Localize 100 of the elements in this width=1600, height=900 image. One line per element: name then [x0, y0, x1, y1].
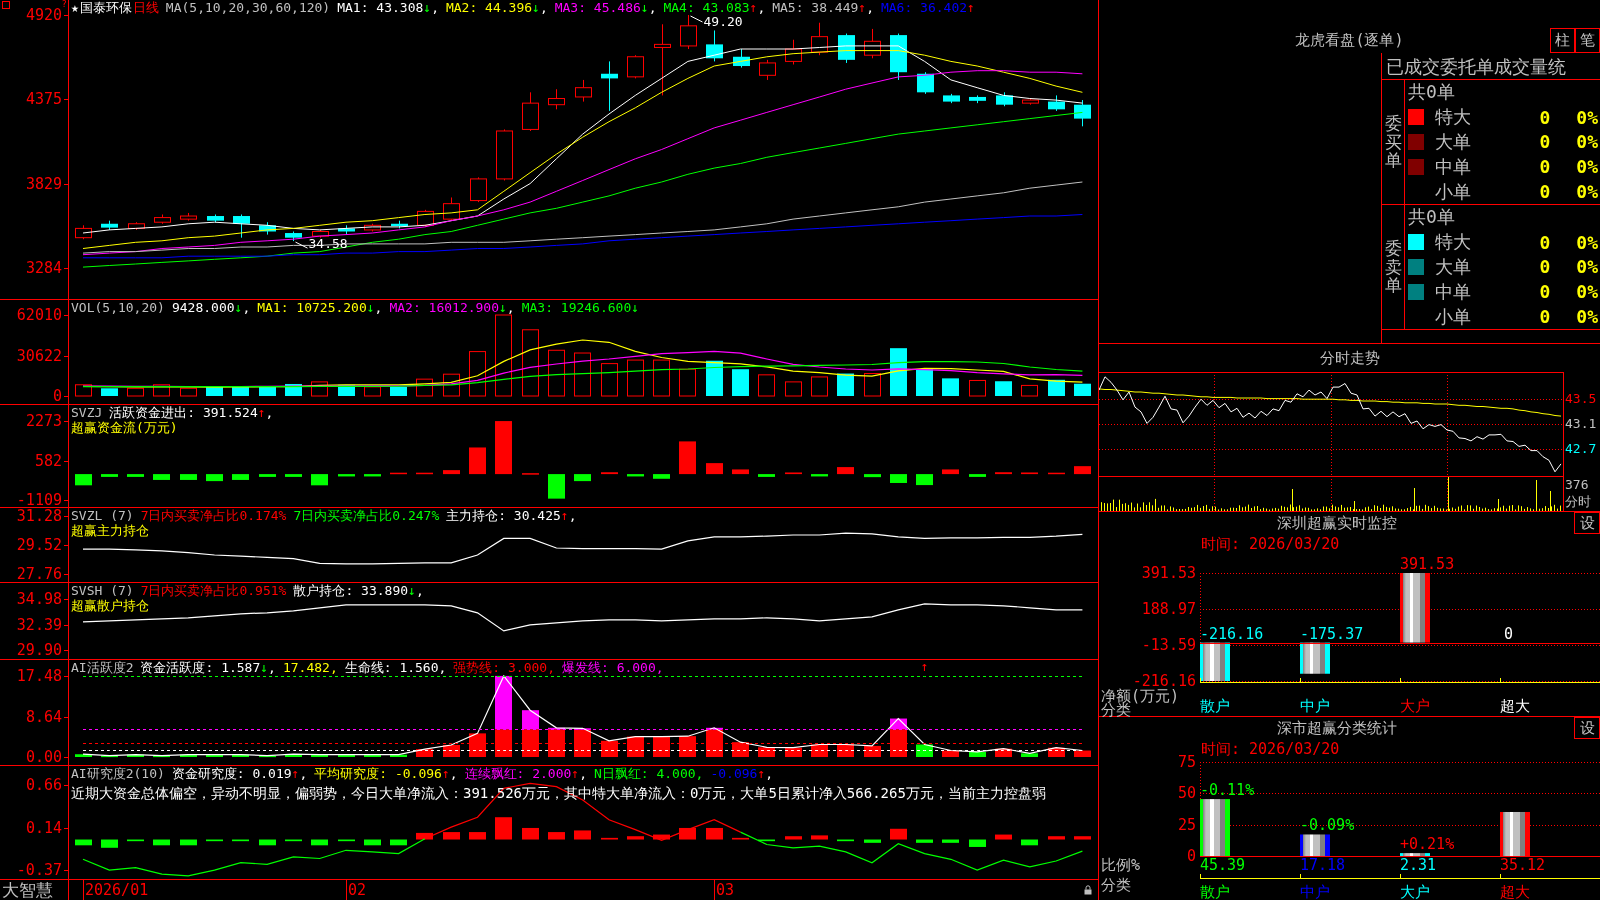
order-count: 0: [1538, 231, 1552, 253]
candle: [1022, 98, 1039, 106]
legend-item: 17.482,: [282, 660, 338, 675]
side-label: 委买单: [1384, 113, 1402, 171]
settings-button[interactable]: 设: [1574, 717, 1600, 739]
candle: [759, 59, 776, 81]
axis-label: 50: [1176, 786, 1196, 801]
value-label: 17.18: [1300, 858, 1346, 872]
date-label: 2026/01: [83, 880, 149, 900]
order-count: 0: [1538, 106, 1552, 128]
order-total: 共0单: [1408, 80, 1455, 105]
change-label: -0.11%: [1200, 783, 1255, 798]
date-label: 02: [346, 880, 367, 900]
axis-label: 8.64: [25, 709, 62, 724]
category-label: 大户: [1400, 699, 1430, 713]
category-label: 中户: [1300, 699, 1330, 713]
candle: [128, 221, 145, 231]
axis-label: -216.16: [1132, 674, 1196, 688]
panel-title: 龙虎看盘(逐单): [1294, 30, 1405, 51]
value-label: -175.37: [1300, 626, 1364, 641]
axis-label: 0.00: [25, 750, 62, 764]
legend-item: 资金研究度: 0.019↑,: [171, 766, 308, 781]
order-percent: 0%: [1575, 131, 1599, 153]
axis-label: 17.48: [16, 669, 62, 683]
order-count: 0: [1538, 156, 1552, 178]
section-title: 分时走势: [1319, 349, 1380, 367]
candle: [259, 221, 276, 236]
candle: [969, 94, 986, 104]
indicator-subtitle: 超赢主力持仓: [71, 523, 149, 538]
order-count: 0: [1538, 306, 1552, 328]
price-label: 49.20: [703, 15, 743, 29]
axis-label: 2273: [25, 414, 62, 428]
axis-label: 43.1: [1565, 417, 1597, 431]
legend-item: 爆发线: 6.000,: [562, 660, 664, 675]
legend-item: SVSH (7): [71, 583, 134, 598]
value-label: 391.53: [1400, 557, 1455, 571]
candle: [785, 39, 802, 65]
legend-item: MA4: 43.083↑,: [663, 0, 766, 15]
candle: [864, 28, 881, 59]
legend-item: 强势线: 3.000,: [453, 660, 555, 675]
candle: [996, 91, 1013, 107]
change-label: -0.09%: [1300, 818, 1355, 833]
legend-item: SVZL (7): [71, 508, 134, 523]
legend-item: MA2: 16012.900↓,: [389, 300, 515, 315]
axis-label: 42.7: [1565, 441, 1597, 456]
legend-item: -0.096↑,: [710, 766, 774, 781]
axis-title: 分类: [1101, 703, 1131, 717]
legend-item: AI研究度2(10): [71, 766, 165, 781]
candle: [391, 220, 408, 229]
order-percent: 0%: [1575, 181, 1599, 203]
candle: [364, 223, 381, 232]
indicator-subtitle: 超赢资金流(万元): [71, 420, 178, 435]
brand-name: 大智慧: [2, 880, 53, 900]
view-toggle-button[interactable]: 柱: [1550, 28, 1575, 53]
legend-item: 平均研究度: -0.096↑,: [314, 766, 458, 781]
value-label: 45.39: [1200, 858, 1246, 872]
view-toggle-button[interactable]: 笔: [1575, 28, 1600, 53]
order-percent: 0%: [1575, 256, 1599, 278]
leader-line: [295, 241, 308, 249]
order-size-label: 小单: [1435, 304, 1472, 329]
candle: [233, 214, 250, 239]
candle: [733, 48, 750, 69]
order-percent: 0%: [1575, 281, 1599, 303]
order-count: 0: [1538, 181, 1552, 203]
axis-label: 29.90: [16, 642, 62, 657]
section-title: 深市超赢分类统计: [1275, 718, 1398, 739]
settings-button[interactable]: 设: [1574, 512, 1600, 534]
candle: [1074, 99, 1091, 127]
category-label: 大户: [1400, 885, 1430, 899]
legend-item: 连续飘红: 2.000↑,: [464, 766, 587, 781]
axis-label: 582: [34, 453, 62, 468]
axis-label: 34.98: [16, 591, 62, 606]
candle: [811, 22, 828, 56]
axis-label: 29.52: [16, 538, 62, 552]
date-label: 03: [714, 880, 735, 900]
order-size-label: 中单: [1435, 279, 1472, 304]
watchlist-symbol: ★: [71, 0, 79, 15]
axis-label: 0: [52, 389, 62, 403]
legend-item: N日飘红: 4.000,: [594, 766, 704, 781]
category-label: 散户: [1200, 699, 1230, 713]
volume-caption: 分时: [1565, 495, 1591, 509]
help-mark[interactable]: ?: [61, 0, 67, 8]
lock-icon[interactable]: [1084, 885, 1092, 895]
axis-label: -1109: [16, 493, 62, 507]
candle: [1048, 94, 1065, 112]
order-size-label: 大单: [1435, 130, 1472, 154]
section-title: 深圳超赢实时监控: [1275, 513, 1398, 534]
candle: [548, 88, 565, 110]
axis-label: -13.59: [1140, 638, 1196, 652]
square-icon[interactable]: [2, 1, 10, 9]
legend-item: MA1: 43.308↓,: [337, 0, 439, 15]
signal-arrow: ↑: [920, 660, 929, 673]
side-label: 委卖单: [1384, 238, 1402, 296]
legend-item: 9428.000↓,: [171, 300, 251, 315]
category-label: 超大: [1500, 699, 1530, 713]
legend-item: 7日内买卖净占比0.174%: [140, 508, 287, 523]
axis-label: 391.53: [1140, 566, 1196, 580]
candle: [601, 60, 618, 112]
legend-item: MA6: 36.402↑: [880, 0, 975, 15]
axis-label: 188.97: [1140, 602, 1196, 616]
